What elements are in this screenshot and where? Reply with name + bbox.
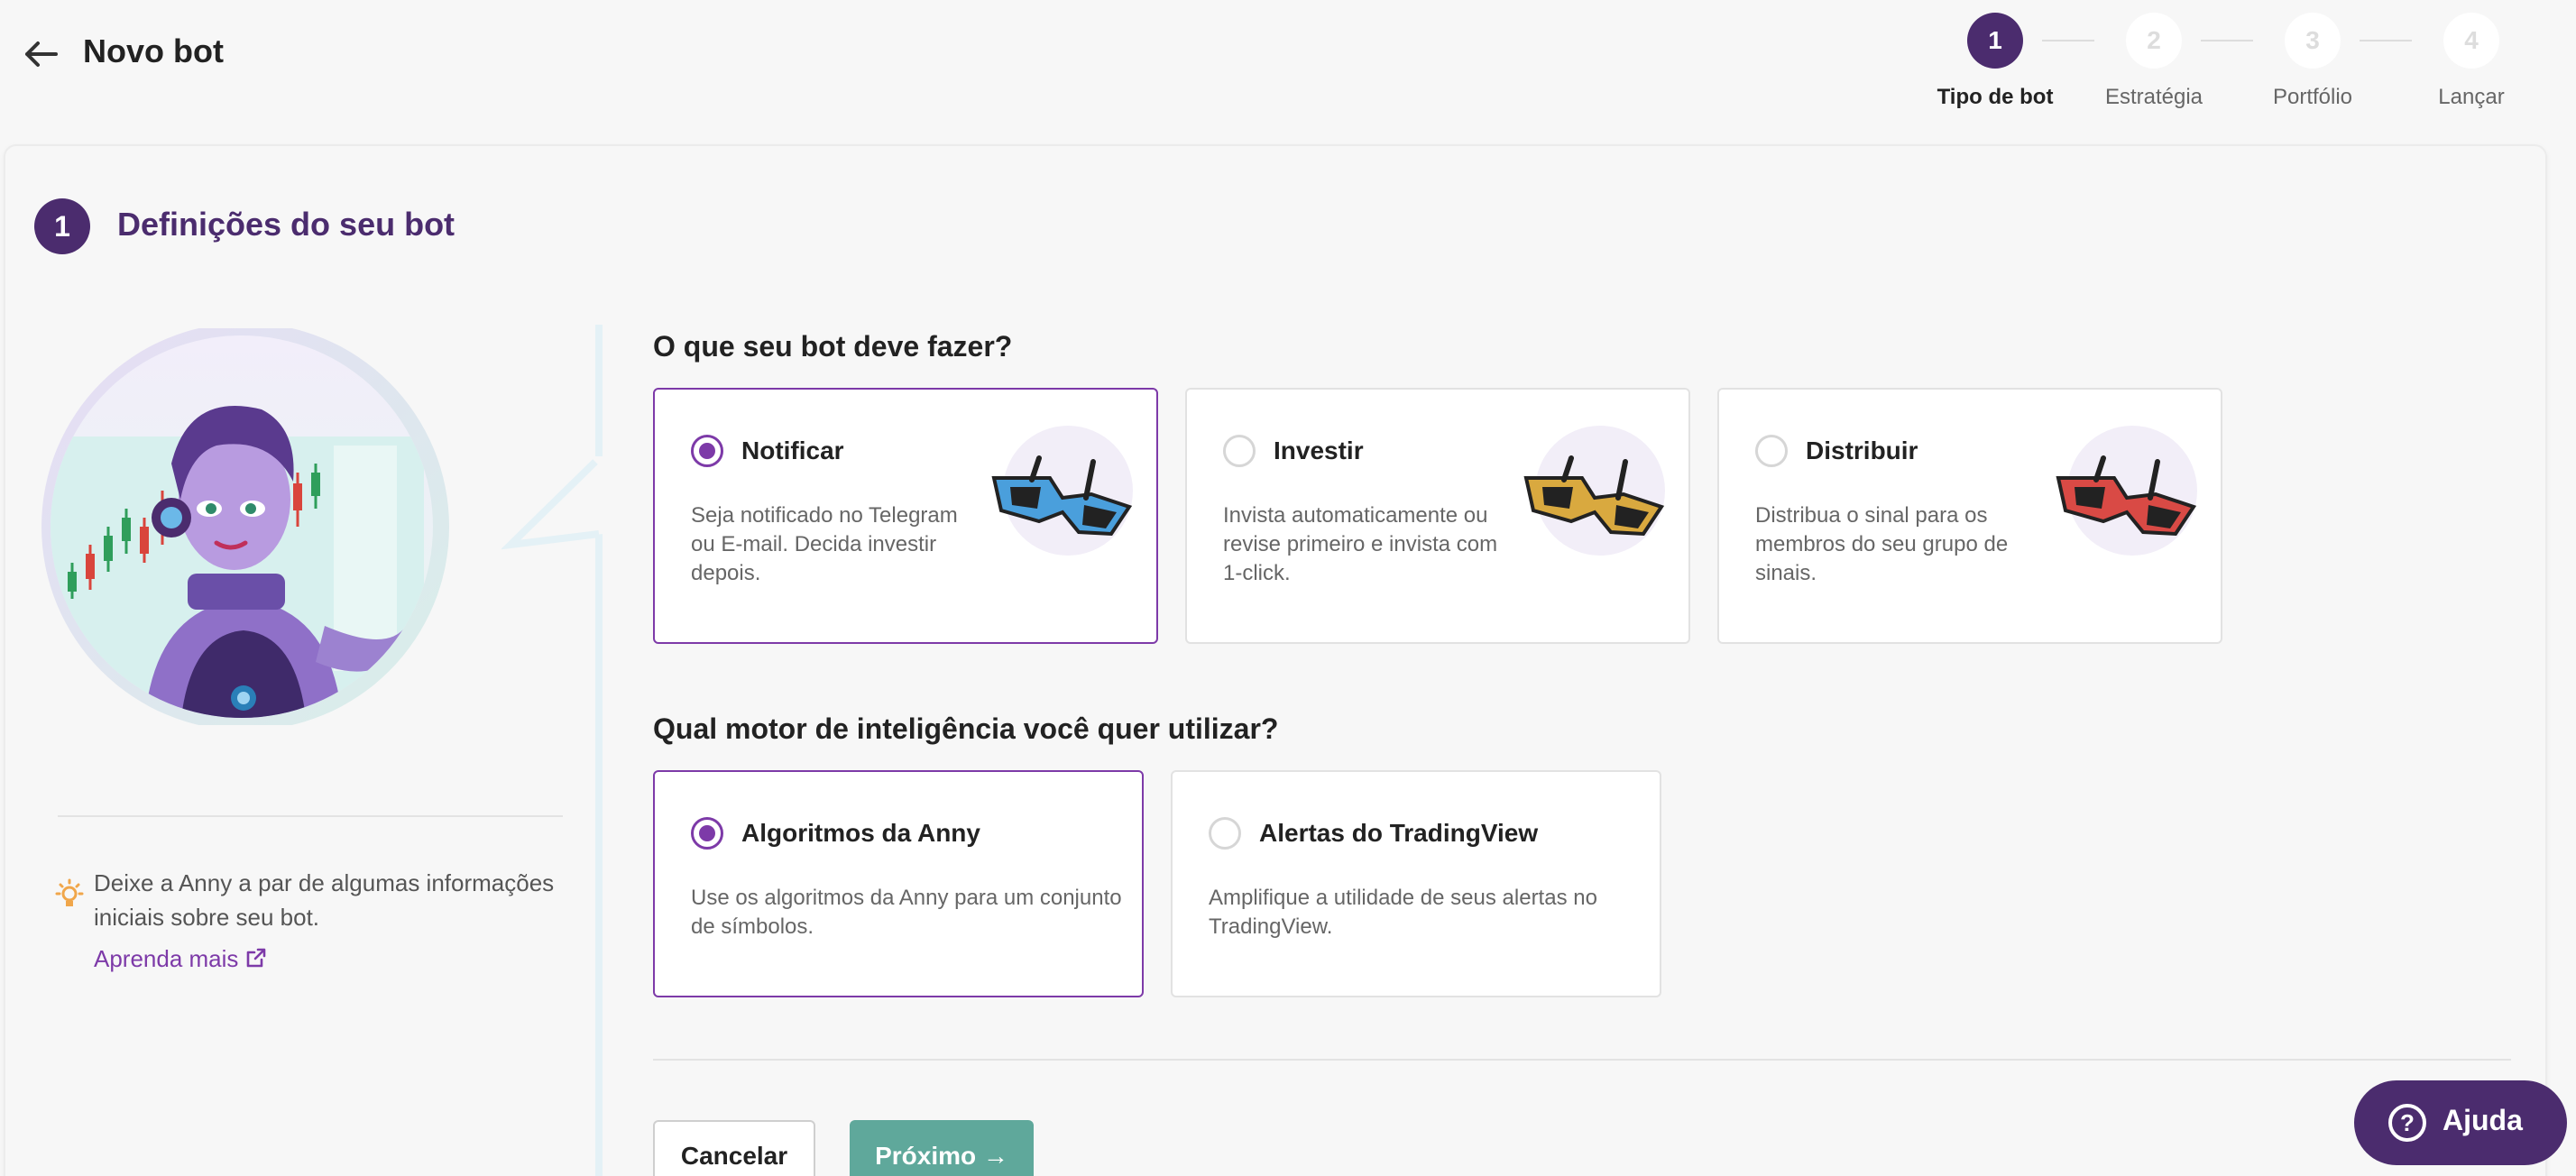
step-number: 1 [1967,13,2023,69]
section-title: Definições do seu bot [117,206,455,243]
page-title: Novo bot [83,32,224,69]
external-link-icon [247,948,266,968]
step-portfolio: 3 Portfólio [2222,13,2403,110]
radio-alertas-tradingview[interactable] [1209,817,1241,850]
question-intelligence-engine: Qual motor de inteligência você quer uti… [653,712,1279,745]
option-title: Alertas do TradingView [1259,819,1539,847]
option-description: Distribua o sinal para os membros do seu… [1755,503,2009,585]
radio-investir[interactable] [1223,435,1256,467]
option-distribuir[interactable]: Distribuir Distribua o sinal para os mem… [1717,388,2222,644]
option-description: Use os algoritmos da Anny para um conjun… [691,886,1122,939]
question-mark-icon: ? [2388,1104,2426,1142]
radio-algoritmos-da-anny[interactable] [691,817,723,850]
radio-distribuir[interactable] [1755,435,1788,467]
option-description: Amplifique a utilidade de seus alertas n… [1209,886,1597,939]
learn-more-label: Aprenda mais [94,945,239,972]
step-number: 3 [2285,13,2341,69]
option-title: Notificar [741,436,844,464]
top-bar: Novo bot 1 Tipo de bot 2 Estratégia 3 Po… [0,0,2576,109]
option-title: Algoritmos da Anny [741,819,980,847]
step-number: 2 [2126,13,2182,69]
next-button[interactable]: Próximo → [850,1120,1034,1176]
option-title: Distribuir [1806,436,1918,464]
speech-bubble-bar [595,325,603,1176]
option-alertas-tradingview[interactable]: Alertas do TradingView Amplifique a util… [1171,770,1661,997]
option-title: Investir [1274,436,1364,464]
help-label: Ajuda [2443,1104,2523,1136]
learn-more-link[interactable]: Aprenda mais [94,945,267,973]
tip-text: Deixe a Anny a par de algumas informaçõe… [94,869,555,931]
red-glasses-icon [2049,422,2203,566]
back-arrow-icon[interactable] [20,36,60,72]
step-label: Tipo de bot [1937,85,2054,109]
speech-bubble-pointer [500,456,603,556]
option-description: Invista automaticamente ou revise primei… [1223,503,1498,585]
step-label: Estratégia [2104,85,2203,109]
step-label: Portfólio [2272,85,2353,109]
option-investir[interactable]: Investir Invista automaticamente ou revi… [1185,388,1690,644]
step-tipo-de-bot: 1 Tipo de bot [1905,13,2085,110]
step-label: Lançar [2438,85,2505,109]
question-bot-action: O que seu bot deve fazer? [653,330,1013,363]
option-description: Seja notificado no Telegram ou E-mail. D… [691,503,958,585]
step-number: 4 [2443,13,2499,69]
actions-divider [653,1059,2511,1061]
gold-glasses-icon [1517,422,1670,566]
section-number-badge: 1 [34,198,90,254]
radio-notificar[interactable] [691,435,723,467]
lightbulb-icon [54,878,85,913]
step-estrategia: 2 Estratégia [2064,13,2244,110]
progress-stepper: 1 Tipo de bot 2 Estratégia 3 Portfólio 4… [1930,13,2562,112]
anny-avatar-illustration [36,323,460,730]
blue-glasses-icon [985,422,1138,566]
sidebar-divider [58,815,563,817]
help-button[interactable]: ? Ajuda [2354,1080,2567,1165]
step-lancar: 4 Lançar [2381,13,2562,110]
cancel-button[interactable]: Cancelar [653,1120,815,1176]
option-algoritmos-da-anny[interactable]: Algoritmos da Anny Use os algoritmos da … [653,770,1144,997]
option-notificar[interactable]: Notificar Seja notificado no Telegram ou… [653,388,1158,644]
